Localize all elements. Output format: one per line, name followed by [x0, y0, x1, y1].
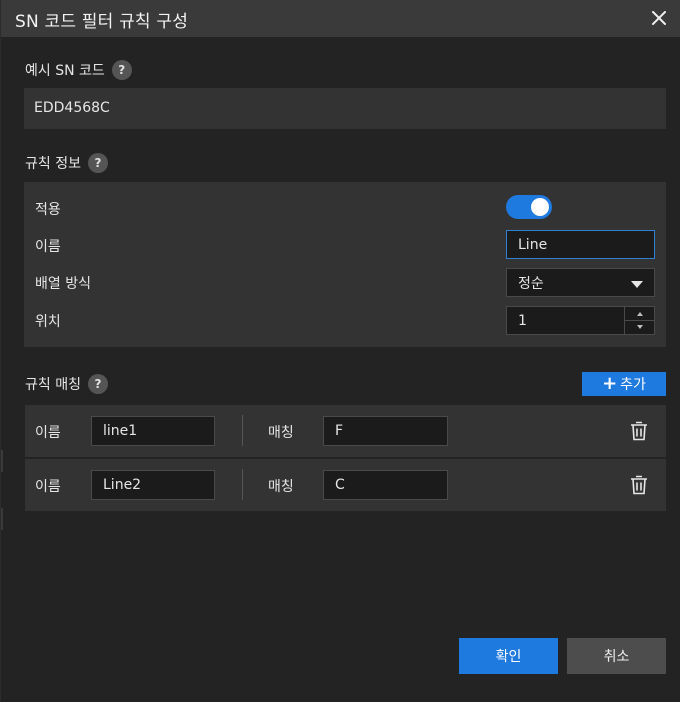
rule-info-label: 규칙 정보: [25, 156, 81, 172]
trash-icon[interactable]: [630, 475, 648, 495]
match-pattern-value: C: [335, 477, 345, 493]
apply-label: 적용: [35, 202, 61, 218]
position-label: 위치: [35, 314, 61, 330]
order-label: 배열 방식: [35, 276, 91, 292]
match-name-label: 이름: [35, 425, 61, 441]
trash-icon[interactable]: [630, 421, 648, 441]
stepper-buttons: [624, 307, 654, 334]
rule-match-row-1: 이름 line1 매칭 F: [25, 405, 666, 457]
position-stepper[interactable]: 1: [506, 306, 655, 335]
match-pattern-value: F: [335, 423, 344, 439]
confirm-button[interactable]: 확인: [459, 638, 558, 674]
order-select[interactable]: 정순: [506, 268, 655, 297]
cancel-button[interactable]: 취소: [567, 638, 666, 674]
rule-info-panel: 적용 이름 Line 배열 방식 정순 위치 1: [24, 182, 666, 347]
rule-name-value: Line: [518, 236, 548, 253]
help-icon[interactable]: ?: [87, 374, 108, 394]
toggle-knob: [531, 198, 549, 216]
match-name-value: line1: [103, 423, 138, 439]
help-icon[interactable]: ?: [87, 153, 108, 173]
match-pattern-label: 매칭: [268, 479, 294, 495]
match-name-value: Line2: [103, 477, 142, 493]
sample-sn-value: EDD4568C: [34, 100, 110, 116]
match-pattern-label: 매칭: [268, 425, 294, 441]
match-pattern-input[interactable]: F: [323, 416, 448, 446]
rule-match-section-label: 규칙 매칭 ?: [25, 374, 108, 394]
divider: [242, 415, 243, 446]
sample-sn-section-label: 예시 SN 코드 ?: [25, 60, 132, 80]
title-bar: SN 코드 필터 규칙 구성: [1, 0, 680, 37]
apply-toggle[interactable]: [506, 195, 552, 219]
match-name-input[interactable]: Line2: [91, 470, 215, 500]
sn-filter-rule-dialog: SN 코드 필터 규칙 구성 예시 SN 코드 ? EDD4568C 규칙 정보…: [0, 0, 680, 702]
add-rule-label: 추가: [620, 377, 646, 393]
help-icon[interactable]: ?: [111, 60, 132, 80]
plus-icon: +: [602, 373, 618, 394]
edge-resize-handle: [1, 508, 3, 530]
arrow-down-icon: [636, 324, 643, 329]
match-name-label: 이름: [35, 479, 61, 495]
cancel-label: 취소: [603, 649, 630, 665]
position-value: 1: [518, 312, 527, 329]
chevron-down-icon: [631, 281, 643, 288]
rule-name-input[interactable]: Line: [506, 230, 655, 259]
match-pattern-input[interactable]: C: [323, 470, 448, 500]
match-name-input[interactable]: line1: [91, 416, 215, 446]
confirm-label: 확인: [495, 649, 522, 665]
close-button[interactable]: [647, 6, 671, 30]
increment-button[interactable]: [625, 307, 654, 321]
rule-info-section-label: 규칙 정보 ?: [25, 153, 108, 173]
decrement-button[interactable]: [625, 320, 654, 333]
close-icon: [652, 11, 666, 25]
rule-match-row-2: 이름 Line2 매칭 C: [25, 459, 666, 511]
sample-sn-panel: EDD4568C: [24, 88, 666, 129]
add-rule-button[interactable]: + 추가: [582, 372, 666, 396]
edge-resize-handle: [1, 450, 3, 472]
divider: [242, 469, 243, 500]
arrow-up-icon: [636, 311, 643, 316]
order-value: 정순: [518, 275, 544, 292]
rule-match-label: 규칙 매칭: [25, 377, 81, 393]
rule-name-label: 이름: [35, 239, 61, 255]
dialog-title: SN 코드 필터 규칙 구성: [15, 12, 189, 32]
sample-sn-label: 예시 SN 코드: [25, 63, 105, 79]
